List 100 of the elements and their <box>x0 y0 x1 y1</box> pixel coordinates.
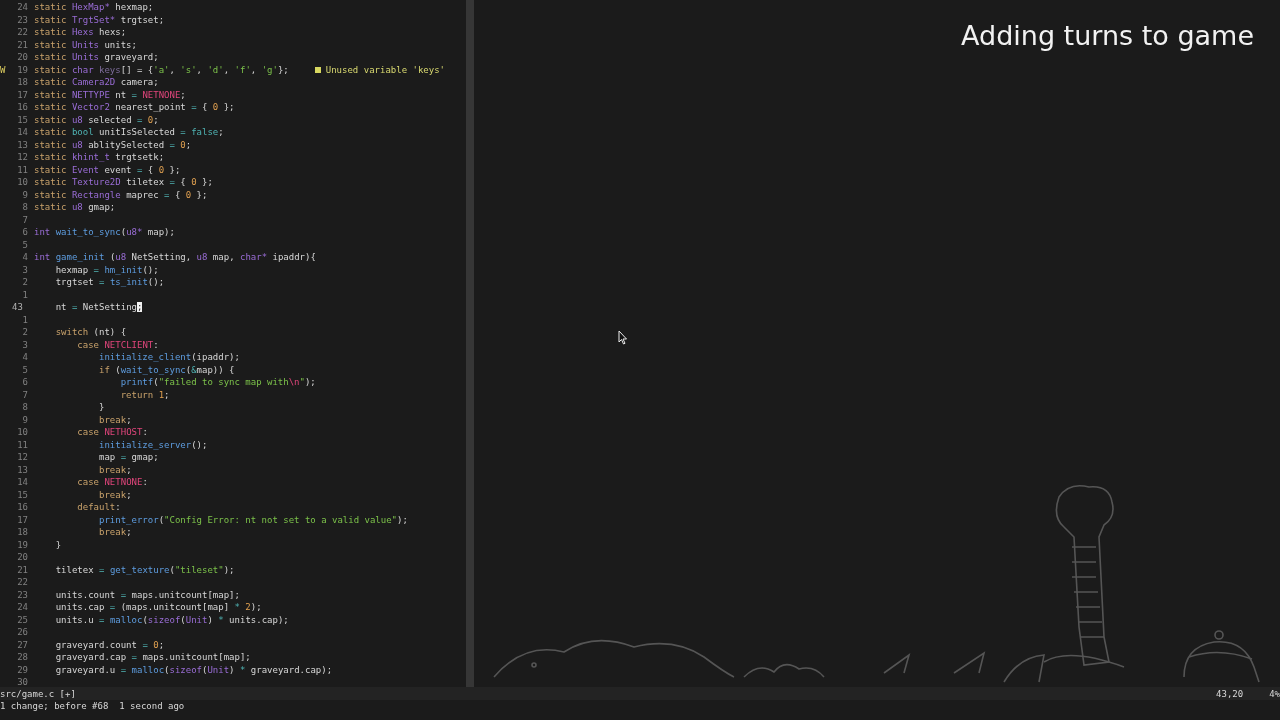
code-line: static u8 selected = 0; <box>34 113 159 126</box>
code-line: units.u = malloc(sizeof(Unit) * units.cap); <box>54 613 289 626</box>
line-number: 14 <box>16 476 28 489</box>
line-number: 20 <box>16 551 28 564</box>
line-number: 18 <box>16 526 28 539</box>
line-number: 22 <box>16 576 28 589</box>
code-line: map = gmap; <box>98 451 159 464</box>
line-number: 1 <box>21 313 28 326</box>
line-number: 23 <box>16 13 28 26</box>
code-line: static Camera2D camera; <box>34 76 159 89</box>
code-line: graveyard.count = 0; <box>54 638 165 651</box>
code-line: static Rectangle maprec = { 0 }; <box>34 188 208 201</box>
code-line: printf("failed to sync map with\n"); <box>119 376 316 389</box>
code-line: tiletex = get_texture("tileset"); <box>54 563 235 576</box>
line-number: 9 <box>21 413 28 426</box>
line-number: 13 <box>16 138 28 151</box>
code-line: if (wait_to_sync(&map)) { <box>98 363 235 376</box>
diagnostic-message: Unused variable 'keys' <box>325 63 445 76</box>
code-line: break; <box>98 488 132 501</box>
line-number: 27 <box>16 638 28 651</box>
warning-sign: W <box>0 63 7 76</box>
line-number: 26 <box>16 626 28 639</box>
mouse-pointer-icon <box>618 330 628 345</box>
code-line: graveyard.cap = maps.unitcount[map]; <box>54 651 251 664</box>
line-number: 2 <box>21 326 28 339</box>
line-number: 15 <box>16 113 28 126</box>
line-number: 12 <box>16 451 28 464</box>
line-number: 5 <box>21 238 28 251</box>
line-number: 13 <box>16 463 28 476</box>
message-line: 1 change; before #68 1 second ago <box>0 700 186 713</box>
line-number: 14 <box>16 126 28 139</box>
line-number: 25 <box>16 613 28 626</box>
code-line: static Event event = { 0 }; <box>34 163 181 176</box>
line-number: 16 <box>16 501 28 514</box>
code-line: static khint_t trgtsetk; <box>34 151 165 164</box>
line-number: 30 <box>16 676 28 689</box>
line-number: 10 <box>16 176 28 189</box>
line-number: 23 <box>16 588 28 601</box>
line-number: 21 <box>16 38 28 51</box>
code-line: } <box>98 401 105 414</box>
line-number: 6 <box>21 226 28 239</box>
line-number: 19 <box>16 538 28 551</box>
line-number: 24 <box>16 601 28 614</box>
code-line: initialize_client(ipaddr); <box>98 351 240 364</box>
line-number: 22 <box>16 26 28 39</box>
code-line: switch (nt) { <box>54 326 127 339</box>
line-number: 17 <box>16 513 28 526</box>
line-number: 43 <box>11 301 24 314</box>
code-line: } <box>54 538 62 551</box>
code-line: case NETNONE: <box>76 476 148 489</box>
line-number: 1 <box>21 288 28 301</box>
line-number: 5 <box>21 363 28 376</box>
code-line: units.count = maps.unitcount[map]; <box>54 588 240 601</box>
line-number: 2 <box>21 276 28 289</box>
line-number: 18 <box>16 76 28 89</box>
code-line: static char keys[] = {'a', 's', 'd', 'f', 'g'}; <box>34 63 289 76</box>
line-number: 9 <box>21 188 28 201</box>
line-number: 8 <box>21 401 28 414</box>
line-number: 4 <box>21 251 28 264</box>
line-number: 6 <box>21 376 28 389</box>
file-name: src/game.c [+] <box>0 688 76 699</box>
line-number: 29 <box>16 663 28 676</box>
code-line: break; <box>98 526 132 539</box>
code-line: static Texture2D tiletex = { 0 }; <box>34 176 213 189</box>
line-number: 16 <box>16 101 28 114</box>
window-split-bar[interactable] <box>466 0 474 687</box>
code-line: break; <box>98 413 132 426</box>
line-number: 24 <box>16 1 28 14</box>
code-line: static Units units; <box>34 38 137 51</box>
code-line: int game_init (u8 NetSetting, u8 map, char* ipaddr){ <box>34 251 316 264</box>
line-number: 4 <box>21 351 28 364</box>
code-line: return 1; <box>119 388 170 401</box>
code-line: static Units graveyard; <box>34 51 159 64</box>
line-number: 17 <box>16 88 28 101</box>
code-line: static u8 ablitySelected = 0; <box>34 138 192 151</box>
code-line: nt = NetSetting; <box>54 301 143 314</box>
code-line: case NETCLIENT: <box>76 338 159 351</box>
scroll-percent: 4% <box>1269 688 1280 699</box>
code-line: static HexMap* hexmap; <box>34 1 154 14</box>
code-line: static Vector2 nearest_point = { 0 }; <box>34 101 235 114</box>
line-number: 20 <box>16 51 28 64</box>
video-title: Adding turns to game <box>961 20 1254 51</box>
line-number: 21 <box>16 563 28 576</box>
line-number: 7 <box>21 213 28 226</box>
code-line: print_error("Config Error: nt not set to a valid value"); <box>98 513 408 526</box>
line-number: 8 <box>21 201 28 214</box>
line-number: 12 <box>16 151 28 164</box>
line-number: 11 <box>16 438 28 451</box>
code-line: hexmap = hm_init(); <box>54 263 159 276</box>
line-number: 10 <box>16 426 28 439</box>
line-number: 19 <box>16 63 28 76</box>
line-number: 28 <box>16 651 28 664</box>
warning-icon <box>314 66 321 73</box>
code-line: static NETTYPE nt = NETNONE; <box>34 88 186 101</box>
code-line: trgtset = ts_init(); <box>54 276 165 289</box>
code-line: int wait_to_sync(u8* map); <box>34 226 175 239</box>
line-number: 15 <box>16 488 28 501</box>
code-line: graveyard.u = malloc(sizeof(Unit) * graveyard.cap); <box>54 663 333 676</box>
code-line: static TrgtSet* trgtset; <box>34 13 165 26</box>
cursor-position: 43,20 <box>1216 688 1244 699</box>
